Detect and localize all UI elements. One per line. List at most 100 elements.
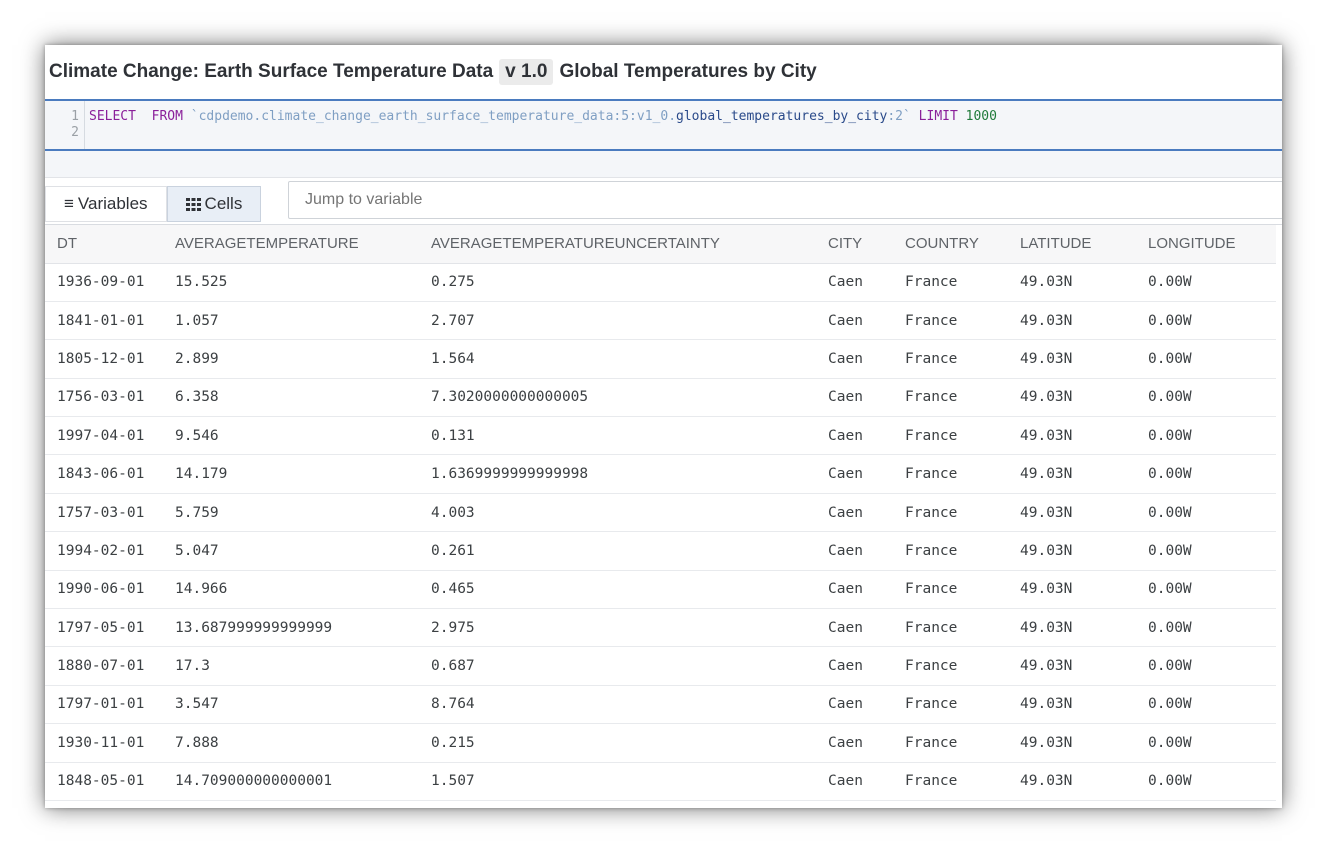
sql-table-version: :2` [887, 109, 911, 124]
column-header-latitude[interactable]: LATITUDE [1008, 225, 1136, 264]
tab-cells[interactable]: Cells [166, 186, 262, 222]
cell-longitude: 0.00W [1136, 493, 1276, 533]
cell-city: Caen [816, 570, 893, 610]
cell-dt: 1797-01-01 [45, 685, 163, 725]
cell-city: Caen [816, 301, 893, 341]
cell-city: Caen [816, 646, 893, 686]
cell-latitude: 49.03N [1008, 570, 1136, 610]
cell-country: France [893, 531, 1008, 571]
cell-averagetemperatureuncertainty: 4.003 [419, 493, 816, 533]
cell-averagetemperature: 9.546 [163, 416, 419, 456]
cell-dt: 1756-03-01 [45, 378, 163, 418]
cell-averagetemperatureuncertainty: 1.564 [419, 339, 816, 379]
sql-code[interactable]: SELECT FROM `cdpdemo.climate_change_eart… [85, 101, 997, 149]
cell-city: Caen [816, 263, 893, 302]
cell-averagetemperatureuncertainty: 1.6369999999999998 [419, 454, 816, 494]
cell-averagetemperatureuncertainty: 0.275 [419, 263, 816, 302]
column-header-dt[interactable]: DT [45, 225, 163, 264]
cell-averagetemperature: 14.179 [163, 454, 419, 494]
column-header-longitude[interactable]: LONGITUDE [1136, 225, 1276, 264]
cell-city: Caen [816, 531, 893, 571]
cell-city: Caen [816, 416, 893, 456]
cell-longitude: 0.00W [1136, 339, 1276, 379]
cell-longitude: 0.00W [1136, 723, 1276, 763]
cell-longitude: 0.00W [1136, 762, 1276, 801]
sql-editor[interactable]: 1 2 SELECT FROM `cdpdemo.climate_change_… [45, 99, 1282, 151]
sql-table-identifier: global_temperatures_by_city [676, 109, 888, 124]
cell-dt: 1757-03-01 [45, 493, 163, 533]
cell-dt: 1848-05-01 [45, 762, 163, 801]
cell-longitude: 0.00W [1136, 646, 1276, 686]
cell-latitude: 49.03N [1008, 646, 1136, 686]
editor-footer [45, 151, 1282, 178]
cell-averagetemperature: 6.358 [163, 378, 419, 418]
cell-country: France [893, 263, 1008, 302]
table-row[interactable]: 1841-01-01 1.057 2.707 Caen France 49.03N 0.00… [45, 301, 1276, 341]
cell-latitude: 49.03N [1008, 685, 1136, 725]
cell-country: France [893, 339, 1008, 379]
cell-longitude: 0.00W [1136, 454, 1276, 494]
cell-country: France [893, 723, 1008, 763]
table-row[interactable]: 1756-03-01 6.358 7.3020000000000005 Caen Fra… [45, 378, 1276, 418]
cell-longitude: 0.00W [1136, 608, 1276, 648]
table-name: Global Temperatures by City [559, 61, 817, 82]
cell-averagetemperatureuncertainty: 0.687 [419, 646, 816, 686]
cell-country: France [893, 608, 1008, 648]
column-header-country[interactable]: COUNTRY [893, 225, 1008, 264]
cell-averagetemperature: 15.525 [163, 263, 419, 302]
tab-variables[interactable]: ≡ Variables [45, 186, 167, 222]
line-number: 2 [71, 125, 79, 140]
cell-averagetemperature: 17.3 [163, 646, 419, 686]
data-table: DT AVERAGETEMPERATURE AVERAGETEMPERATURE… [45, 225, 1276, 801]
table-row[interactable]: 1936-09-01 15.525 0.275 Caen France 49.03N 0.0… [45, 263, 1276, 302]
data-table-container: DT AVERAGETEMPERATURE AVERAGETEMPERATURE… [45, 224, 1282, 801]
cell-averagetemperatureuncertainty: 1.507 [419, 762, 816, 801]
cell-country: France [893, 416, 1008, 456]
cell-country: France [893, 493, 1008, 533]
jump-to-variable-input[interactable] [288, 181, 1282, 219]
table-row[interactable]: 1805-12-01 2.899 1.564 Caen France 49.03N 0.00… [45, 339, 1276, 379]
column-header-averagetemperature[interactable]: AVERAGETEMPERATURE [163, 225, 419, 264]
cell-longitude: 0.00W [1136, 263, 1276, 302]
cell-country: France [893, 685, 1008, 725]
cell-latitude: 49.03N [1008, 723, 1136, 763]
cell-latitude: 49.03N [1008, 493, 1136, 533]
table-row[interactable]: 1797-05-01 13.687999999999999 2.975 Caen Fra… [45, 608, 1276, 648]
table-row[interactable]: 1843-06-01 14.179 1.6369999999999998 Caen Fr… [45, 454, 1276, 494]
cell-city: Caen [816, 378, 893, 418]
table-row[interactable]: 1880-07-01 17.3 0.687 Caen France 49.03N 0.00W [45, 646, 1276, 686]
cell-averagetemperatureuncertainty: 0.131 [419, 416, 816, 456]
cell-country: France [893, 454, 1008, 494]
table-row[interactable]: 1797-01-01 3.547 8.764 Caen France 49.03N 0.00… [45, 685, 1276, 725]
column-header-averagetemperatureuncertainty[interactable]: AVERAGETEMPERATUREUNCERTAINTY [419, 225, 816, 264]
cell-dt: 1990-06-01 [45, 570, 163, 610]
cell-country: France [893, 301, 1008, 341]
cell-averagetemperature: 14.966 [163, 570, 419, 610]
column-header-city[interactable]: CITY [816, 225, 893, 264]
table-row[interactable]: 1930-11-01 7.888 0.215 Caen France 49.03N 0.00… [45, 723, 1276, 763]
table-row[interactable]: 1990-06-01 14.966 0.465 Caen France 49.03N 0.0… [45, 570, 1276, 610]
table-row[interactable]: 1848-05-01 14.709000000000001 1.507 Caen Fra… [45, 762, 1276, 801]
dataset-name: Climate Change: Earth Surface Temperatur… [49, 61, 494, 82]
table-row[interactable]: 1997-04-01 9.546 0.131 Caen France 49.03N 0.00… [45, 416, 1276, 456]
cell-dt: 1843-06-01 [45, 454, 163, 494]
view-toolbar: ≡ Variables Cells [45, 178, 1282, 224]
sql-dataset-path: `cdpdemo.climate_change_earth_surface_te… [190, 109, 677, 124]
cell-city: Caen [816, 608, 893, 648]
cell-dt: 1930-11-01 [45, 723, 163, 763]
cell-averagetemperatureuncertainty: 8.764 [419, 685, 816, 725]
cell-latitude: 49.03N [1008, 454, 1136, 494]
cell-averagetemperature: 13.687999999999999 [163, 608, 419, 648]
cell-longitude: 0.00W [1136, 301, 1276, 341]
cell-country: France [893, 570, 1008, 610]
line-number-gutter: 1 2 [45, 101, 85, 149]
cell-country: France [893, 646, 1008, 686]
cell-latitude: 49.03N [1008, 531, 1136, 571]
cell-averagetemperatureuncertainty: 0.465 [419, 570, 816, 610]
cell-averagetemperature: 14.709000000000001 [163, 762, 419, 801]
cell-averagetemperatureuncertainty: 2.707 [419, 301, 816, 341]
cell-city: Caen [816, 685, 893, 725]
table-row[interactable]: 1994-02-01 5.047 0.261 Caen France 49.03N 0.00… [45, 531, 1276, 571]
cell-averagetemperature: 7.888 [163, 723, 419, 763]
table-row[interactable]: 1757-03-01 5.759 4.003 Caen France 49.03N 0.00… [45, 493, 1276, 533]
